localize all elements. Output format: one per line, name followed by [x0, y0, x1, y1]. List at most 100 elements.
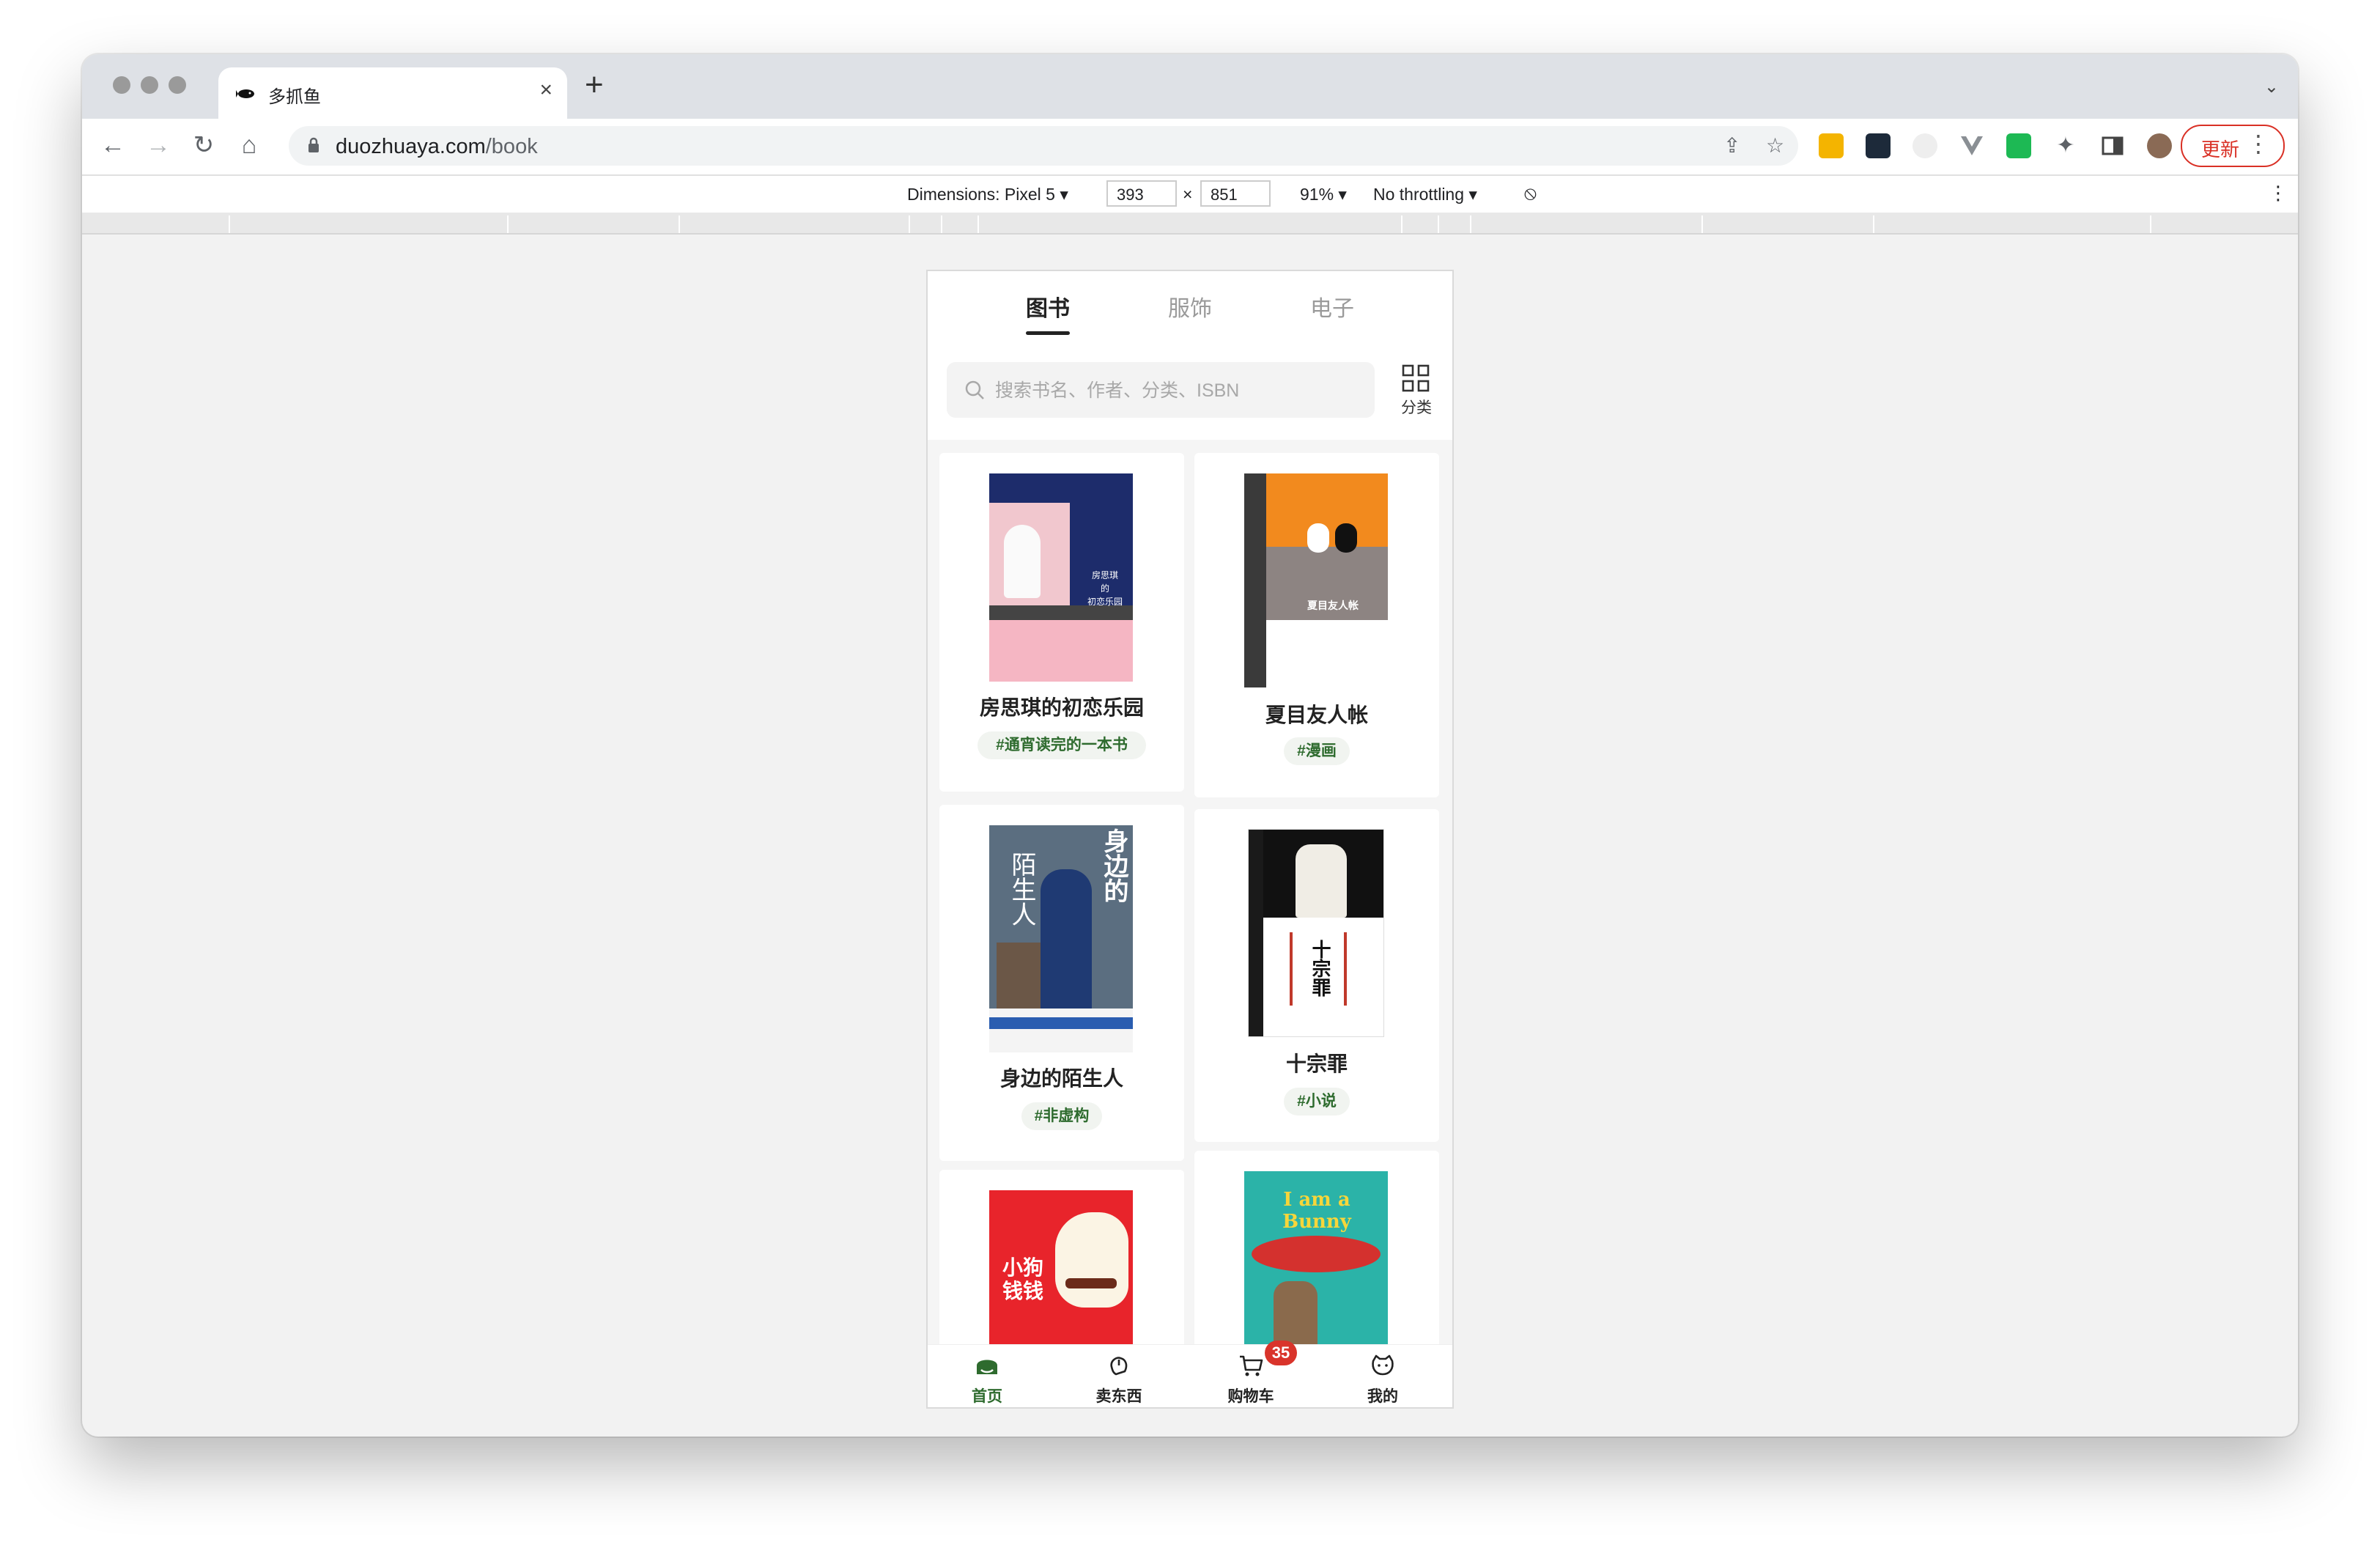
- book-title: 身边的陌生人: [999, 1067, 1123, 1090]
- cart-count-badge: 35: [1265, 1341, 1297, 1365]
- grid-icon: [1402, 364, 1430, 392]
- bottom-tab-bar: 首页 卖东西 35 购物车 我的: [928, 1341, 1452, 1407]
- tab-strip: 多抓鱼 × + ⌄: [82, 54, 2298, 119]
- extension-green-icon[interactable]: [2006, 133, 2031, 158]
- book-tag[interactable]: #漫画: [1284, 737, 1350, 765]
- category-button-label: 分类: [1401, 399, 1432, 416]
- cover-text: 夏目友人帐: [1307, 600, 1359, 611]
- tabbar-label: 卖东西: [1095, 1388, 1142, 1405]
- tabbar-label: 我的: [1367, 1388, 1398, 1405]
- book-title: 十宗罪: [1285, 1052, 1348, 1075]
- cover-text: I am a Bunny: [1282, 1189, 1351, 1233]
- book-card[interactable]: 身边的 陌生人 身边的陌生人 #非虚构: [939, 805, 1184, 1161]
- book-card[interactable]: 夏目友人帐 夏目友人帐 #漫画: [1194, 453, 1439, 797]
- tab-clothing[interactable]: 服饰: [1168, 290, 1212, 322]
- search-icon: [965, 380, 984, 399]
- extension-react-icon[interactable]: [1866, 133, 1891, 158]
- search-box[interactable]: [947, 362, 1375, 418]
- home-browser-icon[interactable]: ⌂: [233, 129, 265, 161]
- browser-tab[interactable]: 多抓鱼 ×: [218, 67, 567, 119]
- update-button[interactable]: 更新 ⋮: [2181, 125, 2285, 167]
- update-label: 更新: [2201, 139, 2240, 161]
- book-title: 夏目友人帐: [1265, 704, 1368, 726]
- tab-title: 多抓鱼: [268, 87, 321, 107]
- book-cover: 房思琪 的 初恋乐园: [989, 473, 1133, 682]
- book-tag[interactable]: #非虚构: [1021, 1102, 1102, 1130]
- face-icon: [1372, 1354, 1394, 1376]
- fish-favicon-icon: [236, 89, 254, 98]
- rotate-icon[interactable]: ⦸: [1524, 182, 1537, 205]
- maximize-window-button[interactable]: [169, 76, 186, 94]
- app-header: 图书 服饰 电子 分类: [928, 271, 1452, 440]
- cover-text: 十宗罪: [1309, 940, 1331, 997]
- category-button[interactable]: 分类: [1392, 361, 1439, 419]
- extensions-puzzle-icon[interactable]: ✦: [2053, 133, 2078, 158]
- tabbar-cart[interactable]: 35 购物车: [1196, 1341, 1306, 1407]
- tabbar-mine[interactable]: 我的: [1328, 1345, 1438, 1407]
- cart-icon: [1240, 1355, 1263, 1376]
- book-tag[interactable]: #通宵读完的一本书: [978, 731, 1146, 759]
- kebab-menu-icon[interactable]: ⋮: [2247, 130, 2270, 157]
- url-domain: duozhuaya.com: [336, 135, 486, 158]
- tabbar-home[interactable]: 首页: [932, 1345, 1042, 1407]
- tab-close-icon[interactable]: ×: [539, 78, 552, 103]
- new-tab-button[interactable]: +: [585, 69, 604, 101]
- url-text: duozhuaya.com/book: [336, 135, 538, 159]
- browser-toolbar: ← → ↻ ⌂ duozhuaya.com/book ⇪ ☆ ✦ 更新 ⋮: [82, 119, 2298, 174]
- profile-avatar[interactable]: [2147, 133, 2172, 158]
- device-dimensions-select[interactable]: Dimensions: Pixel 5 ▾: [907, 185, 1068, 204]
- dimension-times: ×: [1183, 185, 1193, 204]
- browser-window: 多抓鱼 × + ⌄ ← → ↻ ⌂ duozhuaya.com/book ⇪ ☆…: [82, 54, 2298, 1437]
- url-path: /book: [485, 135, 538, 158]
- tabbar-label: 购物车: [1227, 1388, 1274, 1405]
- lock-icon: [308, 137, 319, 152]
- devtools-more-icon[interactable]: ⋮: [2269, 182, 2288, 204]
- close-window-button[interactable]: [113, 76, 130, 94]
- cover-text: 的: [1100, 583, 1109, 594]
- mobile-viewport: 图书 服饰 电子 分类: [928, 271, 1452, 1407]
- cover-text: 初恋乐园: [1087, 597, 1123, 607]
- tabbar-sell[interactable]: 卖东西: [1064, 1345, 1174, 1407]
- hand-icon: [1110, 1357, 1128, 1376]
- throttling-select[interactable]: No throttling ▾: [1373, 185, 1477, 204]
- book-cover: 小狗 钱钱: [989, 1190, 1133, 1360]
- share-icon[interactable]: ⇪: [1723, 133, 1740, 158]
- cover-text: 身边的: [1100, 828, 1128, 903]
- tabbar-label: 首页: [972, 1388, 1002, 1405]
- devtools-device-toolbar: Dimensions: Pixel 5 ▾ 393 × 851 91% ▾ No…: [82, 174, 2298, 214]
- book-card[interactable]: I am a Bunny: [1194, 1151, 1439, 1360]
- active-tab-underline: [1026, 331, 1070, 335]
- device-width-input[interactable]: 393: [1106, 180, 1177, 207]
- zoom-select[interactable]: 91% ▾: [1300, 185, 1347, 204]
- extension-vue-icon[interactable]: [1959, 133, 1984, 158]
- extension-keep-icon[interactable]: [1819, 133, 1844, 158]
- tab-electronics[interactable]: 电子: [1310, 290, 1354, 322]
- minimize-window-button[interactable]: [141, 76, 158, 94]
- search-input[interactable]: [994, 375, 1363, 406]
- book-title: 房思琪的初恋乐园: [979, 696, 1144, 719]
- book-cover: 十宗罪: [1249, 830, 1383, 1036]
- reload-icon[interactable]: ↻: [188, 129, 220, 161]
- device-height-input[interactable]: 851: [1200, 180, 1271, 207]
- cover-text: 小狗: [1002, 1256, 1044, 1279]
- back-arrow-icon[interactable]: ←: [97, 129, 129, 161]
- book-cover: 夏目友人帐: [1244, 473, 1388, 687]
- book-card[interactable]: 房思琪 的 初恋乐园 房思琪的初恋乐园 #通宵读完的一本书: [939, 453, 1184, 792]
- forward-arrow-icon[interactable]: →: [142, 129, 174, 161]
- address-bar[interactable]: duozhuaya.com/book ⇪ ☆: [289, 126, 1798, 166]
- media-query-ruler: [82, 213, 2298, 235]
- bookmark-star-icon[interactable]: ☆: [1766, 133, 1784, 158]
- cover-text: 陌生人: [1008, 852, 1035, 926]
- extension-circle-icon[interactable]: [1912, 133, 1937, 158]
- cover-text: 房思琪: [1091, 570, 1118, 580]
- book-cover: I am a Bunny: [1244, 1171, 1388, 1360]
- book-cover: 身边的 陌生人: [989, 825, 1133, 1052]
- cover-text: 钱钱: [1002, 1280, 1044, 1302]
- book-card[interactable]: 十宗罪 十宗罪 #小说: [1194, 809, 1439, 1142]
- home-icon: [977, 1360, 997, 1374]
- tab-books[interactable]: 图书: [1026, 290, 1070, 322]
- book-tag[interactable]: #小说: [1284, 1088, 1350, 1116]
- side-panel-icon[interactable]: [2100, 133, 2125, 158]
- tab-search-chevron-icon[interactable]: ⌄: [2264, 76, 2279, 97]
- book-card[interactable]: 小狗 钱钱: [939, 1170, 1184, 1360]
